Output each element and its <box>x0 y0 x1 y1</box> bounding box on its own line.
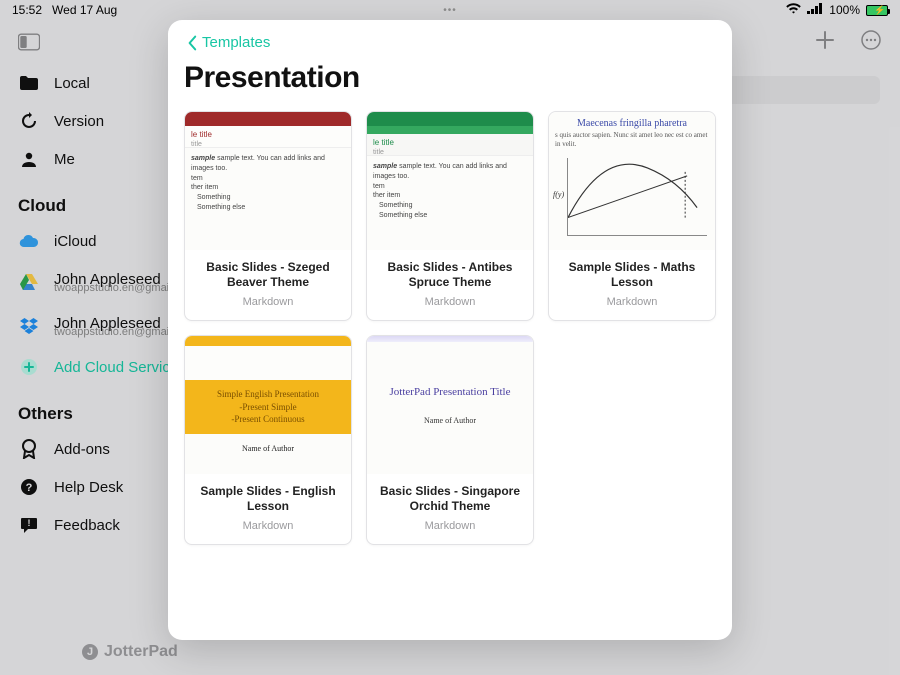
template-card-maths[interactable]: Maecenas fringilla pharetra s quis aucto… <box>548 111 716 321</box>
template-kind: Markdown <box>373 520 527 532</box>
templates-modal: Templates Presentation le titletitle sam… <box>168 20 732 640</box>
template-title: Basic Slides - Singapore Orchid Theme <box>373 484 527 514</box>
template-thumb: JotterPad Presentation Title Name of Aut… <box>367 336 533 474</box>
template-card-english[interactable]: Simple English Presentation -Present Sim… <box>184 335 352 545</box>
template-thumb: le titletitle sample sample text. You ca… <box>367 112 533 250</box>
chevron-left-icon <box>184 35 200 51</box>
template-grid: le titletitle sample sample text. You ca… <box>184 111 716 545</box>
template-title: Basic Slides - Szeged Beaver Theme <box>191 260 345 290</box>
template-kind: Markdown <box>191 296 345 308</box>
modal-title: Presentation <box>184 61 716 95</box>
template-thumb: le titletitle sample sample text. You ca… <box>185 112 351 250</box>
back-label: Templates <box>202 34 270 51</box>
template-card-singapore[interactable]: JotterPad Presentation Title Name of Aut… <box>366 335 534 545</box>
template-title: Sample Slides - Maths Lesson <box>555 260 709 290</box>
template-kind: Markdown <box>555 296 709 308</box>
template-title: Sample Slides - English Lesson <box>191 484 345 514</box>
template-card-szeged[interactable]: le titletitle sample sample text. You ca… <box>184 111 352 321</box>
back-button[interactable]: Templates <box>184 34 716 51</box>
template-thumb: Maecenas fringilla pharetra s quis aucto… <box>549 112 715 250</box>
template-kind: Markdown <box>373 296 527 308</box>
template-kind: Markdown <box>191 520 345 532</box>
template-thumb: Simple English Presentation -Present Sim… <box>185 336 351 474</box>
template-title: Basic Slides - Antibes Spruce Theme <box>373 260 527 290</box>
template-card-antibes[interactable]: le titletitle sample sample text. You ca… <box>366 111 534 321</box>
